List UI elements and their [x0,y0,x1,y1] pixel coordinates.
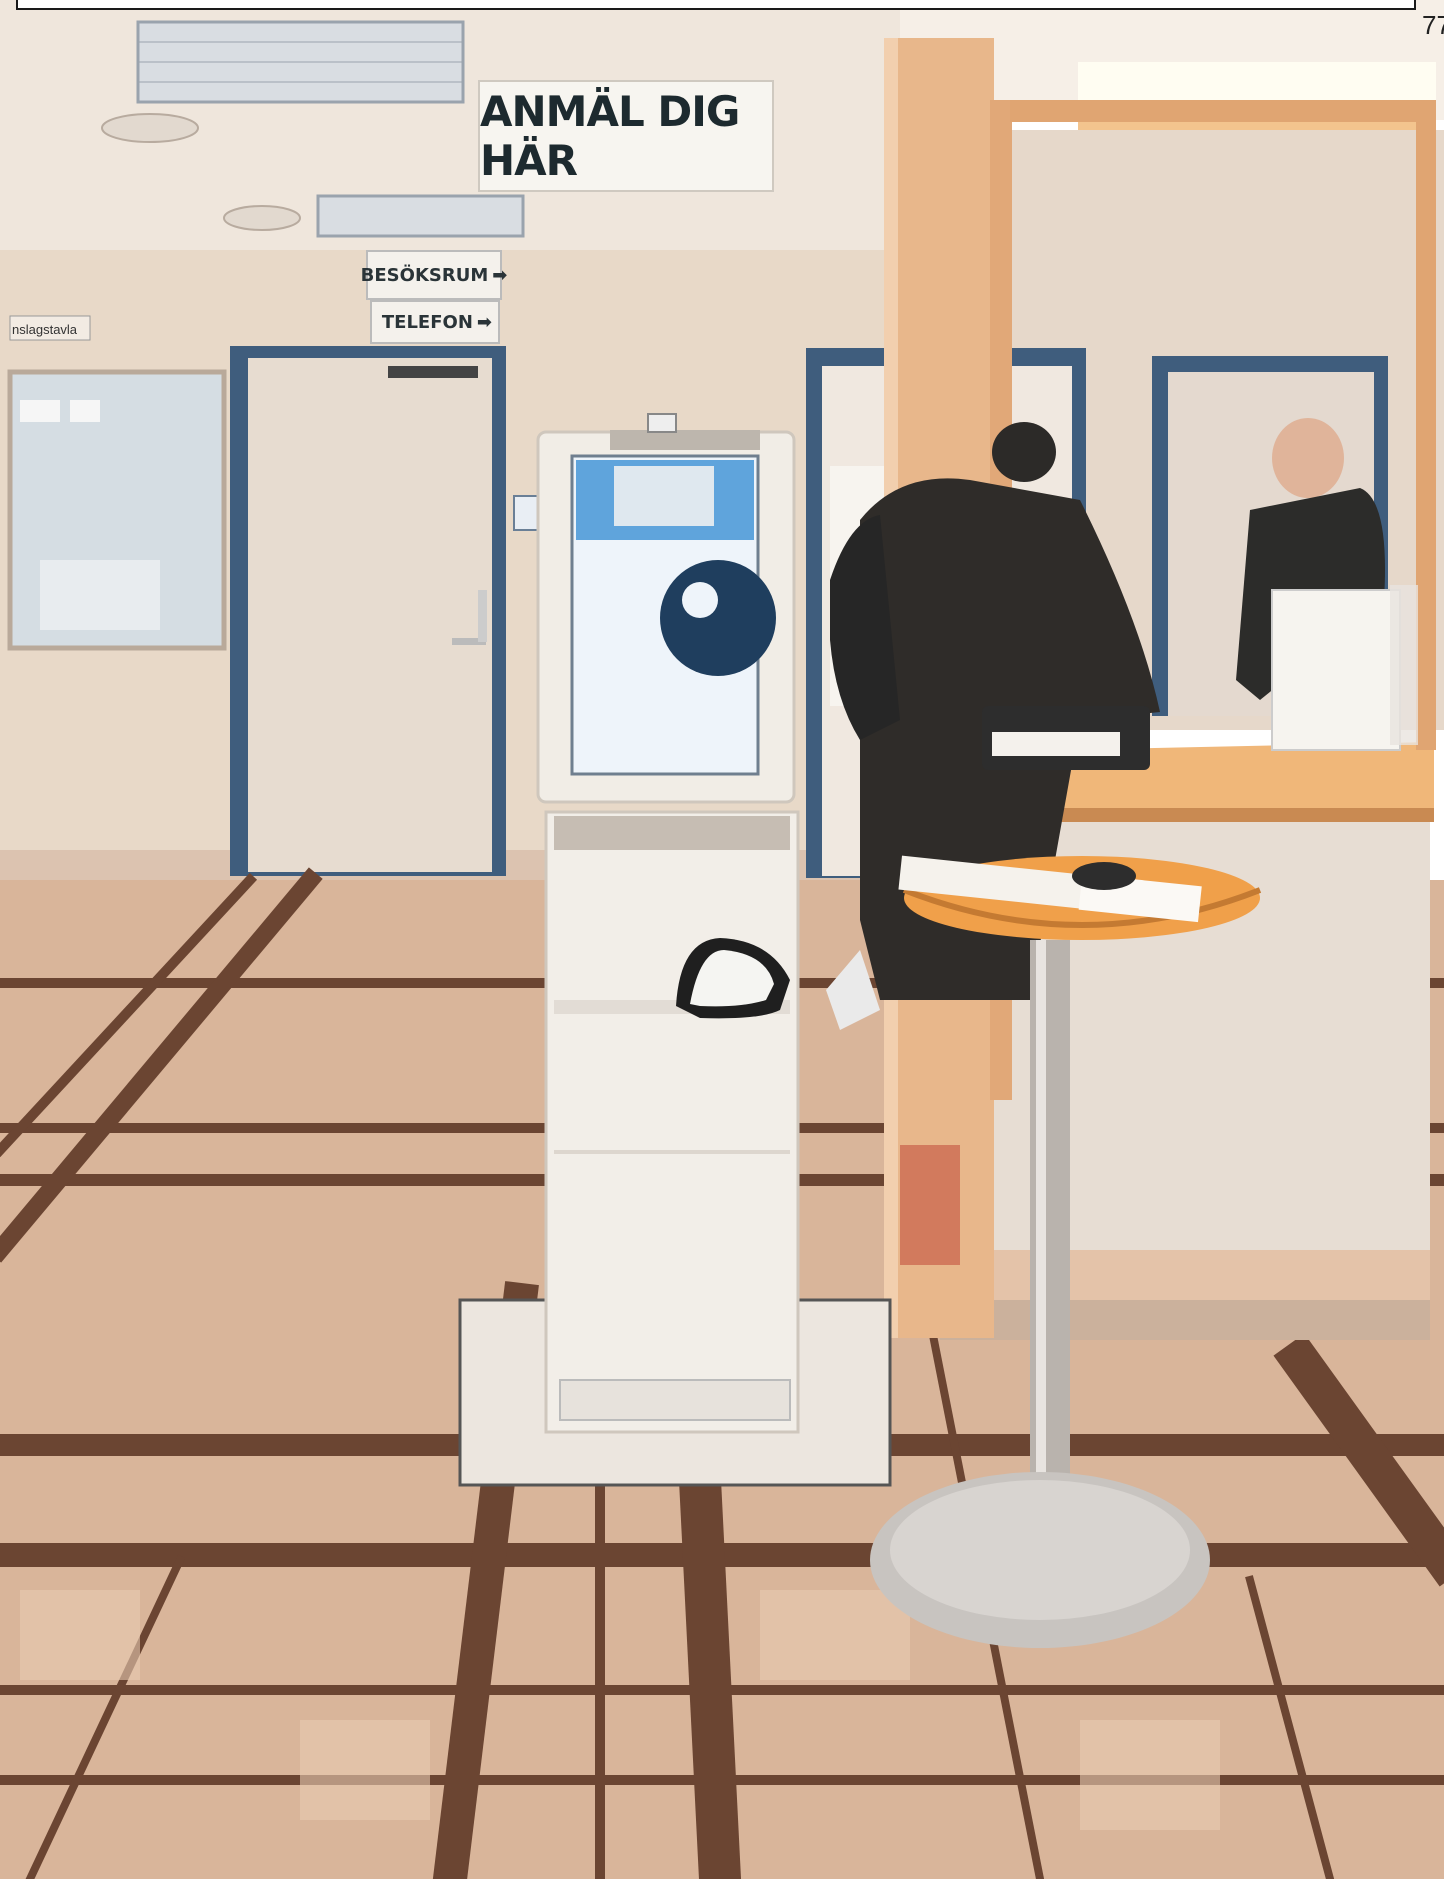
notice-board-label: nslagstavla [12,322,78,337]
smoke-detector [101,113,199,143]
visiting-room-label: BESÖKSRUM [360,264,489,286]
phone-label: TELEFON [381,311,473,333]
accessibility-sign [513,495,539,531]
direction-sign-phone: TELEFON ➡ [370,300,500,344]
ceiling-light-panel [316,194,525,238]
smoke-detector [223,205,301,231]
main-sign-text: ANMÄL DIG HÄR [480,87,740,185]
page-number: 77 [1422,10,1444,40]
main-sign: ANMÄL DIG HÄR [478,80,774,192]
brochure-holder [1271,589,1401,751]
door [248,358,492,872]
arrow-right-icon: ➡ [476,311,492,333]
lobby-photo: nslagstavla [0,0,1444,1879]
direction-sign-visiting-room: BESÖKSRUM ➡ [361,250,507,300]
arrow-right-icon: ➡ [492,264,508,286]
frame-top-border [16,0,1416,10]
kiosk-body [544,810,800,1434]
